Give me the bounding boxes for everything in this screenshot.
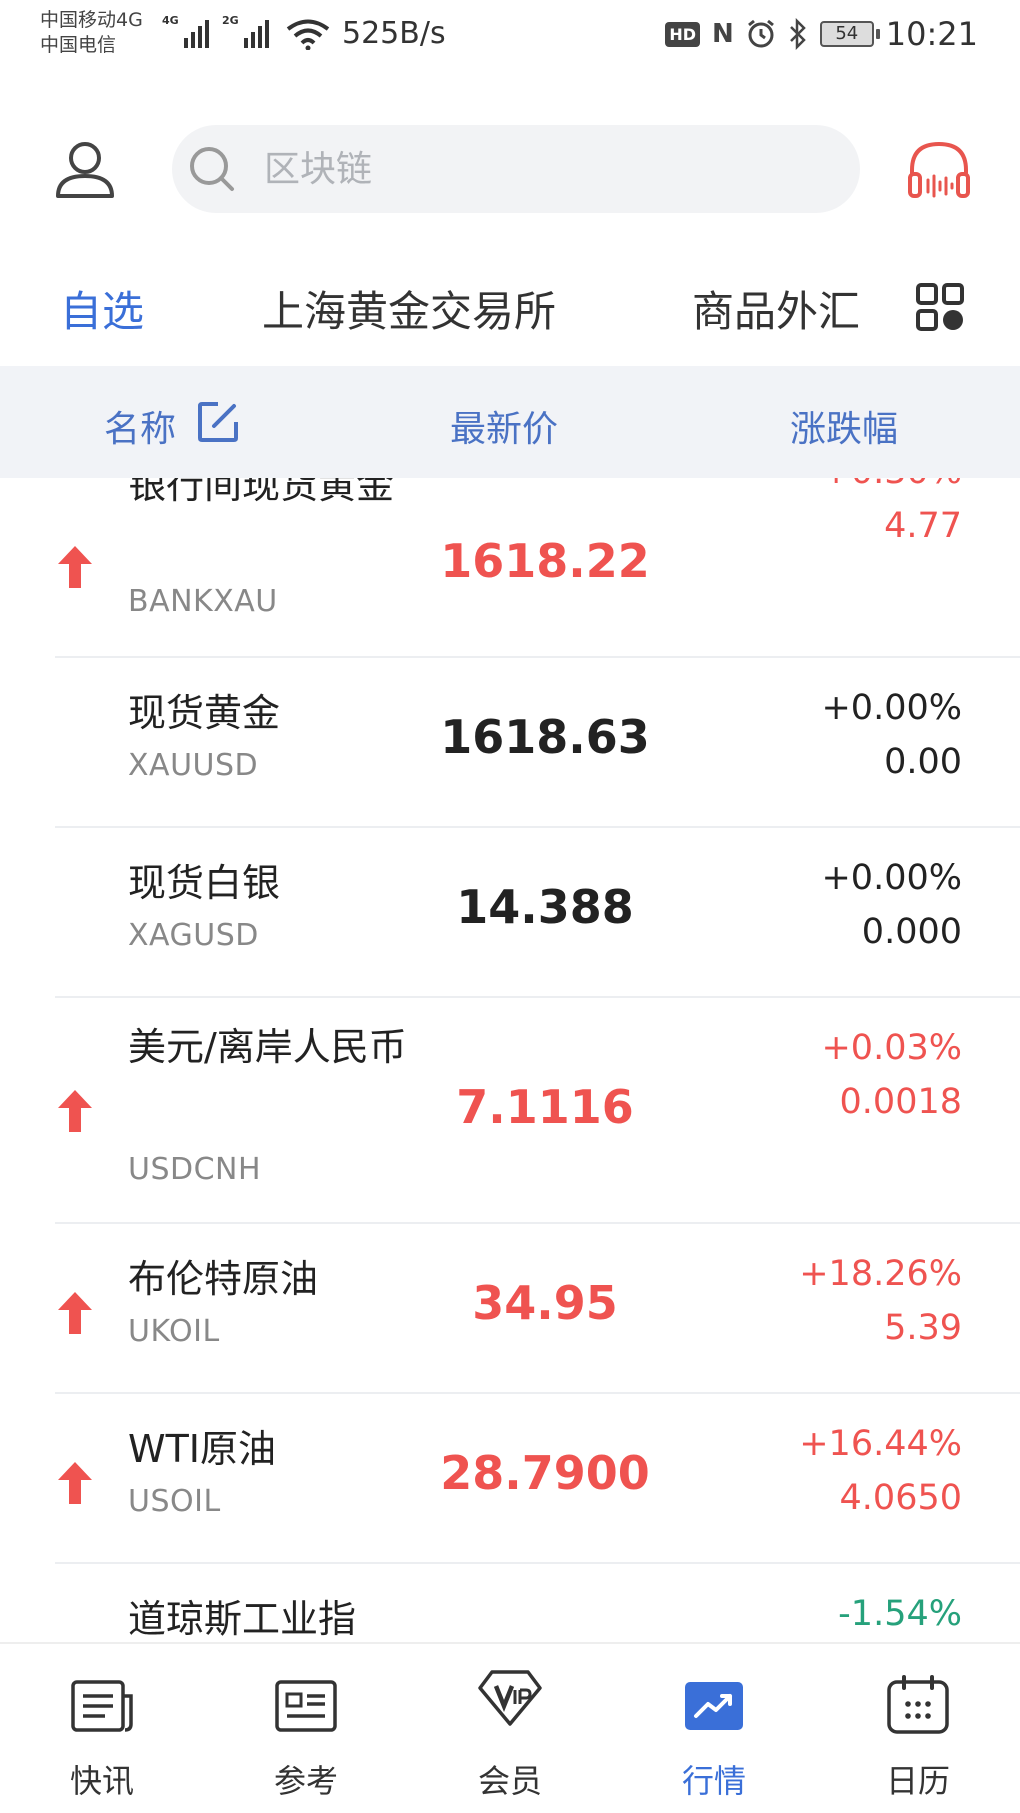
up-arrow-icon bbox=[58, 1090, 92, 1132]
nav-news[interactable]: 快讯 bbox=[0, 1644, 204, 1813]
status-bar: 中国移动4G 中国电信 4G 2G 525B/s HD N 54 10:21 bbox=[0, 0, 1020, 72]
quote-percent: -1.54% bbox=[838, 1594, 962, 1634]
news-icon bbox=[71, 1680, 133, 1732]
nav-label: 参考 bbox=[273, 1762, 338, 1800]
headphones-icon[interactable] bbox=[906, 138, 972, 204]
quote-price: 34.95 bbox=[472, 1276, 618, 1330]
quote-name: 道琼斯工业指 bbox=[128, 1597, 357, 1641]
quote-code: XAGUSD bbox=[128, 918, 259, 953]
tab-watchlist[interactable]: 自选 bbox=[60, 278, 144, 339]
quote-row[interactable]: 道琼斯工业指 -1.54% bbox=[0, 1564, 1020, 1642]
up-arrow-icon bbox=[58, 546, 92, 588]
nav-membership[interactable]: 会员 bbox=[408, 1644, 612, 1813]
signal-icon: 4G bbox=[162, 14, 209, 48]
quote-name: 银行间现货黄金 bbox=[128, 478, 395, 507]
search-input[interactable] bbox=[264, 148, 764, 190]
quote-percent: +18.26% bbox=[799, 1254, 962, 1294]
quote-row[interactable]: WTI原油 USOIL 28.7900 +16.44% 4.0650 bbox=[0, 1394, 1020, 1564]
quote-price: 7.1116 bbox=[456, 1080, 634, 1134]
nav-label: 日历 bbox=[885, 1762, 950, 1800]
alarm-icon bbox=[747, 19, 774, 48]
carrier-1: 中国移动4G bbox=[40, 9, 143, 31]
quote-percent: +0.30% bbox=[821, 478, 962, 492]
signal-2-label: 2G bbox=[222, 14, 239, 27]
quote-percent: +16.44% bbox=[799, 1424, 962, 1464]
column-change[interactable]: 涨跌幅 bbox=[790, 400, 898, 452]
quote-code: XAUUSD bbox=[128, 748, 259, 783]
signal-icon: 2G bbox=[222, 14, 269, 48]
vip-icon bbox=[478, 1670, 542, 1726]
signal-1-label: 4G bbox=[162, 14, 179, 27]
nav-calendar[interactable]: 日历 bbox=[816, 1644, 1020, 1813]
quote-row[interactable]: 银行间现货黄金 BANKXAU 1618.22 +0.30% 4.77 bbox=[0, 478, 1020, 658]
column-header: 名称 最新价 涨跌幅 bbox=[0, 366, 1020, 478]
quote-change: 4.0650 bbox=[839, 1478, 962, 1518]
carrier-2: 中国电信 bbox=[40, 34, 117, 56]
quote-price: 1618.22 bbox=[440, 534, 650, 588]
quote-name: 现货黄金 bbox=[128, 691, 281, 735]
grid-menu-icon[interactable] bbox=[915, 282, 965, 332]
column-name[interactable]: 名称 bbox=[104, 400, 176, 452]
up-arrow-icon bbox=[58, 1292, 92, 1334]
nav-label: 快讯 bbox=[69, 1762, 134, 1800]
quote-name: 现货白银 bbox=[128, 861, 281, 905]
quote-row[interactable]: 现货白银 XAGUSD 14.388 +0.00% 0.000 bbox=[0, 828, 1020, 998]
clock: 10:21 bbox=[885, 15, 978, 53]
quote-row[interactable]: 布伦特原油 UKOIL 34.95 +18.26% 5.39 bbox=[0, 1224, 1020, 1394]
tab-shanghai-gold-exchange[interactable]: 上海黄金交易所 bbox=[262, 278, 556, 339]
battery-icon: 54 bbox=[819, 21, 880, 47]
bottom-nav: 快讯 参考 会员 行情 日历 bbox=[0, 1642, 1020, 1813]
nav-label: 会员 bbox=[477, 1762, 542, 1800]
status-icons: HD N 54 10:21 bbox=[665, 14, 978, 54]
quote-change: 0.0018 bbox=[839, 1082, 962, 1122]
quote-price: 14.388 bbox=[456, 880, 634, 934]
nav-reference[interactable]: 参考 bbox=[204, 1644, 408, 1813]
quote-name: WTI原油 bbox=[128, 1427, 276, 1471]
search-bar[interactable] bbox=[172, 125, 860, 213]
quote-percent: +0.00% bbox=[821, 688, 962, 728]
nfc-icon: N bbox=[712, 19, 734, 49]
quote-row[interactable]: 现货黄金 XAUUSD 1618.63 +0.00% 0.00 bbox=[0, 658, 1020, 828]
quote-price: 1618.63 bbox=[440, 710, 650, 764]
market-icon bbox=[685, 1682, 743, 1730]
quote-change: 0.00 bbox=[884, 742, 962, 782]
tab-commodities-forex[interactable]: 商品外汇 bbox=[692, 278, 860, 339]
nav-label: 行情 bbox=[681, 1762, 746, 1800]
quote-change: 5.39 bbox=[884, 1308, 962, 1348]
nav-market[interactable]: 行情 bbox=[612, 1644, 816, 1813]
quote-code: UKOIL bbox=[128, 1314, 220, 1349]
quote-name: 美元/离岸人民币 bbox=[128, 1025, 407, 1069]
profile-icon[interactable] bbox=[55, 140, 115, 200]
carrier-info: 中国移动4G 中国电信 bbox=[40, 8, 143, 58]
quote-code: BANKXAU bbox=[128, 584, 278, 619]
wifi-icon bbox=[286, 19, 330, 50]
market-tabs: 自选 上海黄金交易所 商品外汇 bbox=[0, 268, 1020, 348]
calendar-icon bbox=[887, 1675, 949, 1734]
quote-row[interactable]: 美元/离岸人民币 USDCNH 7.1116 +0.03% 0.0018 bbox=[0, 998, 1020, 1224]
hd-icon: HD bbox=[665, 21, 701, 47]
up-arrow-icon bbox=[58, 1462, 92, 1504]
edit-icon[interactable] bbox=[196, 400, 240, 444]
net-speed: 525B/s bbox=[342, 16, 446, 51]
quote-change: 0.000 bbox=[861, 912, 962, 952]
quote-code: USOIL bbox=[128, 1484, 221, 1519]
column-price[interactable]: 最新价 bbox=[450, 400, 558, 452]
quote-price: 28.7900 bbox=[440, 1446, 650, 1500]
quote-name: 布伦特原油 bbox=[128, 1257, 319, 1301]
search-icon bbox=[190, 147, 234, 191]
quote-percent: +0.03% bbox=[821, 1028, 962, 1068]
quote-code: USDCNH bbox=[128, 1152, 262, 1187]
reference-icon bbox=[275, 1680, 337, 1732]
quote-percent: +0.00% bbox=[821, 858, 962, 898]
quote-change: 4.77 bbox=[884, 506, 962, 546]
bluetooth-icon bbox=[789, 18, 806, 50]
quote-list: 银行间现货黄金 BANKXAU 1618.22 +0.30% 4.77 现货黄金… bbox=[0, 478, 1020, 1642]
